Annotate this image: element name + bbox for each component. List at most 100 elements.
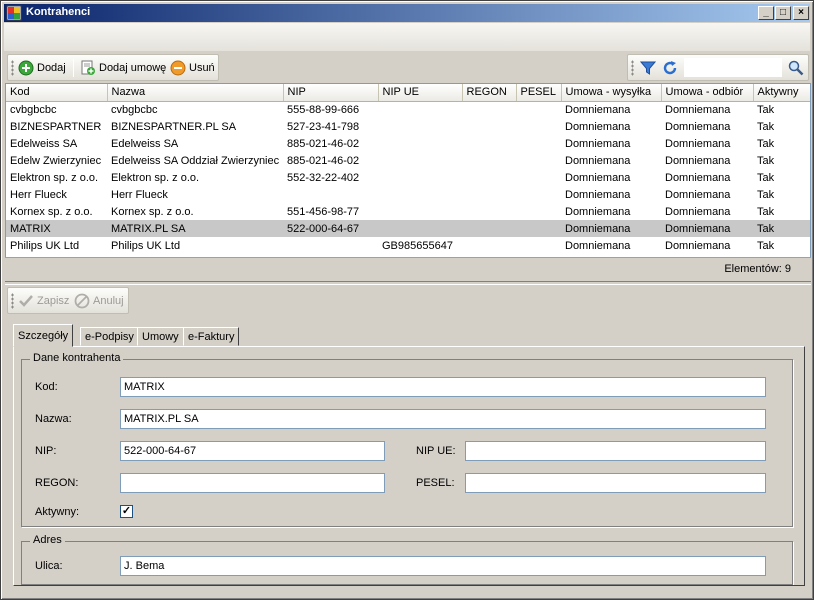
search-icon — [788, 60, 804, 76]
table-cell: 522-000-64-67 — [283, 220, 378, 237]
table-cell: Domniemana — [565, 137, 631, 150]
nip-ue-field[interactable] — [465, 441, 766, 461]
table-cell — [378, 169, 462, 186]
tab-e-podpisy[interactable]: e-Podpisy — [80, 327, 139, 346]
table-row[interactable]: Edelw Zwierzyniec Edelweiss SA Oddział Zw… — [6, 152, 810, 169]
table-cell — [378, 203, 462, 220]
pesel-label: PESEL: — [416, 477, 455, 489]
column-header[interactable]: PESEL — [516, 84, 562, 102]
toolbar-grip[interactable] — [631, 60, 634, 76]
kod-label: Kod: — [35, 381, 58, 393]
add-button[interactable]: Dodaj — [16, 58, 68, 78]
delete-icon — [170, 60, 186, 76]
pesel-field[interactable] — [465, 473, 766, 493]
table-row[interactable]: BIZNESPARTNER BIZNESPARTNER.PL SA 527-23-4… — [6, 118, 810, 135]
nip-field[interactable]: 522-000-64-67 — [120, 441, 385, 461]
table-cell: Tak — [757, 188, 775, 201]
table-cell: Edelweiss SA — [111, 137, 179, 150]
column-header[interactable]: REGON — [462, 84, 517, 102]
table-cell — [516, 186, 561, 203]
table-cell — [283, 237, 378, 254]
table-cell: Tak — [757, 154, 775, 167]
table-cell: 552-32-22-402 — [287, 171, 360, 184]
save-button[interactable]: Zapisz — [16, 291, 71, 311]
nip-label: NIP: — [35, 445, 57, 457]
table-cell — [462, 237, 516, 254]
group-title: Dane kontrahenta — [30, 352, 124, 364]
table-row[interactable]: MATRIX MATRIX.PL SA 522-000-64-67 Domnieman… — [6, 220, 810, 237]
address-group-title: Adres — [30, 534, 65, 546]
table-cell — [462, 220, 516, 237]
table-row[interactable]: Elektron sp. z o.o. Elektron sp. z o.o. 55… — [6, 169, 810, 186]
splitter[interactable] — [5, 281, 811, 285]
regon-field[interactable] — [120, 473, 385, 493]
main-toolbar: Dodaj Dodaj umowę Usuń — [5, 52, 811, 82]
table-cell: Tak — [757, 103, 775, 116]
contractors-grid[interactable]: Kod Nazwa NIP NIP UE REGON PESEL Umowa - wysył… — [5, 83, 811, 279]
table-cell — [283, 186, 378, 203]
ulica-field[interactable]: J. Bema — [120, 556, 766, 576]
toolbar-actions: Dodaj Dodaj umowę Usuń — [7, 54, 219, 81]
grid-header-row: Kod Nazwa NIP NIP UE REGON PESEL Umowa - wysył… — [6, 84, 810, 102]
table-row[interactable]: cvbgbcbc cvbgbcbc 555-88-99-666 Domniemana D… — [6, 101, 810, 118]
table-cell: Edelweiss SA — [10, 137, 78, 150]
title-bar[interactable]: Kontrahenci _ □ × — [4, 4, 810, 22]
column-header[interactable]: Kod — [6, 84, 108, 102]
table-cell: MATRIX — [6, 220, 107, 237]
table-cell: Domniemana — [565, 103, 631, 116]
table-cell — [516, 135, 561, 152]
minimize-button[interactable]: _ — [758, 6, 774, 20]
kod-field[interactable]: MATRIX — [120, 377, 766, 397]
column-header[interactable]: NIP UE — [378, 84, 463, 102]
nazwa-field[interactable]: MATRIX.PL SA — [120, 409, 766, 429]
table-cell — [378, 118, 462, 135]
delete-button-label: Usuń — [189, 62, 215, 74]
checkmark-icon — [19, 295, 33, 307]
search-input[interactable] — [684, 58, 782, 77]
column-header[interactable]: Umowa - wysyłka — [561, 84, 662, 102]
add-contract-label: Dodaj umowę — [99, 62, 167, 74]
app-icon — [6, 5, 22, 21]
filter-button[interactable] — [638, 58, 658, 78]
tab-umowy[interactable]: Umowy — [137, 327, 184, 346]
table-row[interactable]: Edelweiss SA Edelweiss SA 885-021-46-02 Dom… — [6, 135, 810, 152]
table-cell: Domniemana — [565, 239, 631, 252]
search-button[interactable] — [786, 58, 806, 78]
table-cell: 551-456-98-77 — [287, 205, 360, 218]
grid-footer: Elementów: 9 — [5, 257, 811, 279]
toolbar-grip[interactable] — [11, 293, 14, 309]
refresh-icon — [663, 61, 677, 75]
tab-szczegoly[interactable]: Szczegóły — [13, 324, 74, 347]
column-header[interactable]: NIP — [283, 84, 379, 102]
save-button-label: Zapisz — [37, 295, 70, 307]
nip-ue-label: NIP UE: — [416, 445, 456, 457]
main-window: Kontrahenci _ □ × Dodaj Dodaj umowę Usuń… — [0, 0, 814, 600]
refresh-button[interactable] — [660, 58, 680, 78]
table-cell: Domniemana — [661, 220, 753, 237]
column-header[interactable]: Umowa - odbiór — [661, 84, 754, 102]
element-count: Elementów: 9 — [724, 263, 791, 275]
add-contract-icon — [81, 60, 95, 75]
table-row[interactable]: Herr Flueck Herr Flueck Domniemana Domniema… — [6, 186, 810, 203]
add-contract-button[interactable]: Dodaj umowę — [78, 58, 168, 78]
toolbar-grip[interactable] — [11, 60, 14, 76]
cancel-button[interactable]: Anuluj — [72, 291, 126, 311]
table-cell — [378, 135, 462, 152]
close-button[interactable]: × — [793, 6, 809, 20]
column-header[interactable]: Nazwa — [107, 84, 284, 102]
maximize-button[interactable]: □ — [775, 6, 791, 20]
table-cell: Tak — [757, 120, 775, 133]
delete-button[interactable]: Usuń — [168, 58, 217, 78]
menu-strip — [4, 23, 810, 51]
table-row[interactable]: Philips UK Ltd Philips UK Ltd GB985655647 D… — [6, 237, 810, 254]
table-cell: Domniemana — [665, 171, 731, 184]
table-cell: Domniemana — [565, 120, 631, 133]
aktywny-checkbox[interactable]: ✓ — [120, 505, 133, 518]
toolbar-search — [627, 54, 809, 81]
column-header[interactable]: Aktywny — [753, 84, 810, 102]
edit-toolbar: Zapisz Anuluj — [7, 287, 129, 314]
table-cell: BIZNESPARTNER.PL SA — [111, 120, 237, 133]
tab-e-faktury[interactable]: e-Faktury — [183, 327, 240, 346]
table-cell: 527-23-41-798 — [287, 120, 360, 133]
table-row[interactable]: Kornex sp. z o.o. Kornex sp. z o.o. 551-45… — [6, 203, 810, 220]
